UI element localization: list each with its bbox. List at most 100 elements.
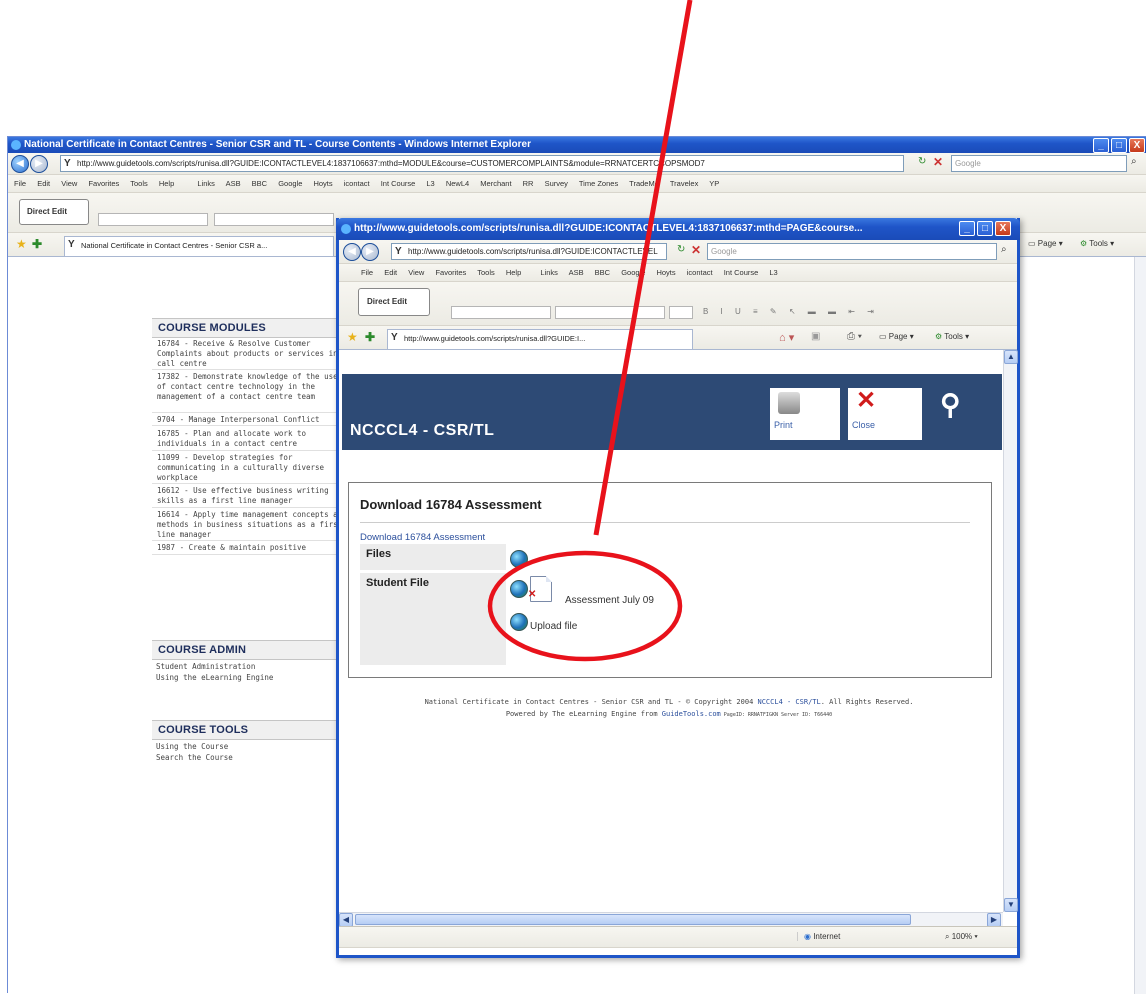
popup-close-button[interactable]: X	[995, 221, 1011, 236]
popup-search-icon[interactable]: ⌕	[1001, 244, 1007, 255]
outer-menu-favorites[interactable]: Favorites	[88, 179, 119, 188]
outer-minimize-button[interactable]: _	[1093, 138, 1109, 153]
module-item-16612[interactable]: 16612 - Use effective business writing s…	[152, 484, 352, 508]
popup-maximize-button[interactable]: □	[977, 221, 993, 236]
using-elearning-engine-link[interactable]: Using the eLearning Engine	[156, 673, 273, 683]
outer-link-bbc[interactable]: BBC	[252, 179, 267, 188]
outer-link-hoyts[interactable]: Hoyts	[313, 179, 332, 188]
outer-link-travelex[interactable]: Travelex	[670, 179, 698, 188]
outer-menu-file[interactable]: File	[14, 179, 26, 188]
scroll-up-button[interactable]: ▲	[1004, 350, 1018, 364]
footer-guidetools-link[interactable]: GuideTools.com	[662, 710, 721, 718]
popup-link-asb[interactable]: ASB	[569, 268, 584, 277]
module-item-16785[interactable]: 16785 - Plan and allocate work to indivi…	[152, 427, 352, 451]
outer-menu-view[interactable]: View	[61, 179, 77, 188]
outer-link-int-course[interactable]: Int Course	[381, 179, 416, 188]
popup-tools-menu[interactable]: ⚙ Tools ▾	[935, 332, 969, 341]
popup-link-icontact[interactable]: icontact	[687, 268, 713, 277]
popup-address-bar[interactable]: Y http://www.guidetools.com/scripts/runi…	[391, 243, 667, 260]
popup-menu-help[interactable]: Help	[506, 268, 521, 277]
outer-vertical-scrollbar[interactable]	[1134, 257, 1146, 994]
outer-link-rr[interactable]: RR	[523, 179, 534, 188]
popup-style-select[interactable]	[451, 306, 551, 319]
close-button[interactable]: ✕ Close	[848, 387, 922, 440]
assessment-file-icon[interactable]: ✕	[528, 576, 552, 602]
print-button[interactable]: Print	[770, 388, 840, 440]
outer-add-favorites-icon[interactable]: ✚	[32, 237, 42, 251]
outer-maximize-button[interactable]: □	[1111, 138, 1127, 153]
popup-menu-edit[interactable]: Edit	[384, 268, 397, 277]
upload-globe-icon[interactable]	[510, 613, 528, 631]
student-file-globe-icon[interactable]	[510, 580, 528, 598]
outer-address-bar[interactable]: Y http://www.guidetools.com/scripts/runi…	[60, 155, 904, 172]
popup-menu-view[interactable]: View	[408, 268, 424, 277]
scroll-left-button[interactable]: ◀	[339, 913, 353, 927]
popup-link-google[interactable]: Google	[621, 268, 645, 277]
outer-link-yp[interactable]: YP	[709, 179, 719, 188]
outer-tools-menu[interactable]: ⚙ Tools ▾	[1080, 239, 1114, 248]
outer-refresh-icon[interactable]: ↻	[918, 156, 926, 167]
popup-menu-tools[interactable]: Tools	[477, 268, 495, 277]
popup-home-icon[interactable]: ⌂ ▾	[779, 331, 794, 344]
outer-link-l3[interactable]: L3	[426, 179, 434, 188]
outer-favorites-star-icon[interactable]: ★	[16, 237, 27, 251]
outer-search-icon[interactable]: ⌕	[1131, 156, 1137, 167]
outer-link-trademe[interactable]: TradeMe	[629, 179, 659, 188]
popup-horizontal-scrollbar[interactable]: ◀ ▶	[339, 912, 1003, 927]
footer-course-link[interactable]: NCCCL4 - CSR/TL	[758, 698, 821, 706]
outer-link-newl4[interactable]: NewL4	[446, 179, 469, 188]
popup-feeds-icon[interactable]: ▣	[811, 331, 820, 342]
popup-direct-edit-button[interactable]: Direct Edit	[358, 288, 430, 316]
module-item-1987[interactable]: 1987 - Create & maintain positive	[152, 541, 352, 555]
outer-page-menu[interactable]: ▭ Page ▾	[1028, 239, 1063, 248]
popup-menu-favorites[interactable]: Favorites	[435, 268, 466, 277]
popup-minimize-button[interactable]: _	[959, 221, 975, 236]
outer-menu-edit[interactable]: Edit	[37, 179, 50, 188]
assessment-file-name[interactable]: Assessment July 09	[565, 595, 654, 606]
outer-forward-button[interactable]: ▶	[30, 155, 48, 173]
popup-vertical-scrollbar[interactable]: ▲ ▼	[1003, 350, 1018, 912]
popup-link-int-course[interactable]: Int Course	[724, 268, 759, 277]
outer-menu-tools[interactable]: Tools	[130, 179, 148, 188]
outer-link-asb[interactable]: ASB	[226, 179, 241, 188]
popup-refresh-icon[interactable]: ↻	[677, 244, 685, 255]
horizontal-scroll-thumb[interactable]	[355, 914, 911, 925]
outer-link-survey[interactable]: Survey	[545, 179, 568, 188]
popup-print-icon[interactable]: ⎙ ▾	[847, 331, 862, 342]
outer-link-icontact[interactable]: icontact	[344, 179, 370, 188]
popup-add-favorites-icon[interactable]: ✚	[365, 330, 375, 344]
module-item-11099[interactable]: 11099 - Develop strategies for communica…	[152, 451, 352, 484]
files-globe-icon[interactable]	[510, 550, 528, 568]
popup-page-menu[interactable]: ▭ Page ▾	[879, 332, 914, 341]
outer-style-select[interactable]	[98, 213, 208, 226]
outer-menu-help[interactable]: Help	[159, 179, 174, 188]
outer-link-merchant[interactable]: Merchant	[480, 179, 511, 188]
delete-x-icon[interactable]: ✕	[528, 589, 536, 600]
outer-tab[interactable]: Y National Certificate in Contact Centre…	[64, 236, 334, 256]
upload-file-link[interactable]: Upload file	[530, 621, 577, 632]
module-item-16614[interactable]: 16614 - Apply time management concepts a…	[152, 508, 352, 541]
popup-tab[interactable]: Y http://www.guidetools.com/scripts/runi…	[387, 329, 693, 349]
popup-link-bbc[interactable]: BBC	[595, 268, 610, 277]
using-the-course-link[interactable]: Using the Course	[156, 742, 228, 752]
popup-back-button[interactable]: ◀	[343, 243, 361, 261]
outer-close-button[interactable]: X	[1129, 138, 1145, 153]
popup-favorites-star-icon[interactable]: ★	[347, 330, 358, 344]
popup-size-select[interactable]	[669, 306, 693, 319]
scroll-down-button[interactable]: ▼	[1004, 898, 1018, 912]
popup-link-hoyts[interactable]: Hoyts	[656, 268, 675, 277]
module-item-9704[interactable]: 9704 - Manage Interpersonal Conflict	[152, 413, 352, 426]
popup-link-l3[interactable]: L3	[769, 268, 777, 277]
popup-forward-button[interactable]: ▶	[361, 243, 379, 261]
search-the-course-link[interactable]: Search the Course	[156, 753, 233, 763]
popup-format-buttons[interactable]: B I U ≡ ✎ ↖ ▬ ▬ ⇤ ⇥	[703, 307, 879, 316]
module-item-16784[interactable]: 16784 - Receive & Resolve Customer Compl…	[152, 337, 352, 370]
outer-search-box[interactable]: Google	[951, 155, 1127, 172]
module-item-17382[interactable]: 17382 - Demonstrate knowledge of the use…	[152, 370, 352, 413]
popup-stop-icon[interactable]: ✕	[691, 243, 701, 257]
zoom-control[interactable]: ⌕ 100% ▾	[945, 932, 978, 942]
outer-back-button[interactable]: ◀	[11, 155, 29, 173]
outer-link-time-zones[interactable]: Time Zones	[579, 179, 618, 188]
student-administration-link[interactable]: Student Administration	[156, 662, 255, 672]
outer-direct-edit-button[interactable]: Direct Edit	[19, 199, 89, 225]
